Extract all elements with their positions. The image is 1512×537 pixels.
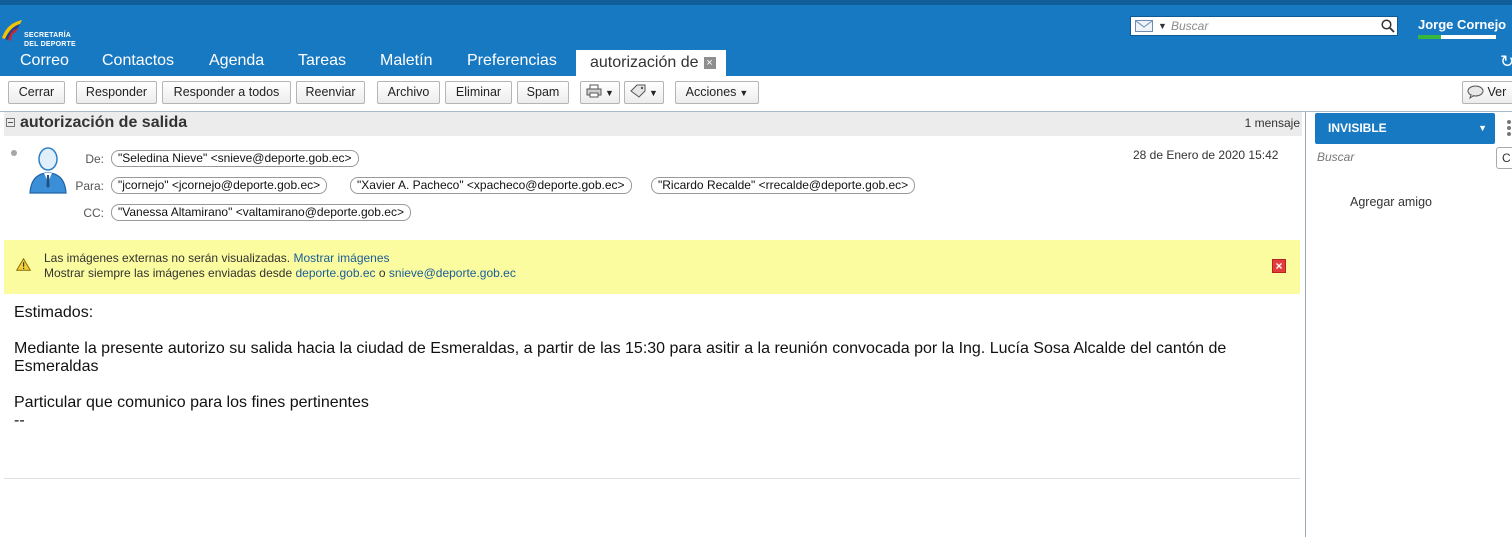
conversation-header: autorización de salida 1 mensaje xyxy=(4,112,1302,136)
to-address[interactable]: "Ricardo Recalde" <rrecalde@deporte.gob.… xyxy=(651,177,916,194)
always-show-domain-link[interactable]: deporte.gob.ec xyxy=(295,266,375,280)
reply-all-button[interactable]: Responder a todos xyxy=(162,81,291,104)
spam-button[interactable]: Spam xyxy=(517,81,569,104)
chat-panel: INVISIBLE ▼ Buscar C Agregar amigo xyxy=(1306,112,1512,537)
printer-icon xyxy=(586,84,602,98)
body-paragraph-line: Esmeraldas xyxy=(14,358,99,375)
user-name[interactable]: Jorge Cornejo xyxy=(1418,17,1506,32)
quota-bar xyxy=(1418,35,1496,39)
search-input[interactable] xyxy=(1171,18,1376,34)
add-friend-link[interactable]: Agregar amigo xyxy=(1350,195,1432,209)
tab-message-open[interactable]: autorización de × xyxy=(576,50,726,76)
show-images-link[interactable]: Mostrar imágenes xyxy=(293,251,389,265)
logo-emblem-icon xyxy=(2,20,22,41)
always-show-sender-link[interactable]: snieve@deporte.gob.ec xyxy=(389,266,516,280)
banner-text: Mostrar siempre las imágenes enviadas de… xyxy=(44,266,293,280)
banner-line-1: Las imágenes externas no serán visualiza… xyxy=(44,251,390,265)
banner-text: Las imágenes externas no serán visualiza… xyxy=(44,251,291,265)
speech-bubble-icon xyxy=(1467,85,1484,100)
read-status-icon[interactable] xyxy=(11,150,17,156)
collapse-icon[interactable] xyxy=(6,118,15,127)
reply-button[interactable]: Responder xyxy=(76,81,157,104)
chevron-down-icon: ▼ xyxy=(739,88,749,98)
tab-message-label: autorización de xyxy=(590,54,699,71)
tab-maletin[interactable]: Maletín xyxy=(380,52,432,70)
from-address[interactable]: "Seledina Nieve" <snieve@deporte.gob.ec> xyxy=(111,150,359,167)
chevron-down-icon: ▼ xyxy=(649,88,658,98)
search-icon[interactable] xyxy=(1381,19,1395,33)
to-address[interactable]: "Xavier A. Pacheco" <xpacheco@deporte.go… xyxy=(350,177,632,194)
chat-search-button[interactable]: C xyxy=(1496,147,1512,169)
tab-contactos[interactable]: Contactos xyxy=(102,52,174,70)
tab-correo[interactable]: Correo xyxy=(20,52,69,70)
cc-label: CC: xyxy=(83,206,104,220)
view-label: Ver xyxy=(1487,85,1507,99)
chat-status-label: INVISIBLE xyxy=(1328,121,1387,135)
delete-button[interactable]: Eliminar xyxy=(445,81,512,104)
app-tabs: Correo Contactos Agenda Tareas Maletín P… xyxy=(0,50,1512,76)
message-subject: autorización de salida xyxy=(20,114,188,131)
body-paragraph: Particular que comunico para los fines p… xyxy=(14,394,369,411)
more-options-icon[interactable] xyxy=(1507,120,1511,138)
close-banner-icon[interactable]: × xyxy=(1272,259,1286,273)
banner-line-2: Mostrar siempre las imágenes enviadas de… xyxy=(44,266,516,280)
chat-search-field[interactable]: Buscar xyxy=(1317,150,1354,164)
refresh-icon[interactable]: ↻ xyxy=(1500,52,1512,72)
message-date: 28 de Enero de 2020 15:42 xyxy=(1133,148,1279,162)
logo-text: SECRETARÍA DEL DEPORTE xyxy=(24,31,76,49)
tab-agenda[interactable]: Agenda xyxy=(209,52,264,70)
mail-scope-icon[interactable] xyxy=(1135,20,1153,32)
archive-button[interactable]: Archivo xyxy=(377,81,440,104)
view-button[interactable]: Ver xyxy=(1462,81,1512,104)
message-count: 1 mensaje xyxy=(1244,116,1300,130)
signature-separator: -- xyxy=(14,412,25,429)
chevron-down-icon: ▼ xyxy=(1478,123,1487,133)
tab-tareas[interactable]: Tareas xyxy=(298,52,346,70)
from-label: De: xyxy=(85,152,104,166)
global-search[interactable]: ▼ xyxy=(1130,16,1398,36)
top-bar: SECRETARÍA DEL DEPORTE ▼ Jorge Cornejo C… xyxy=(0,0,1512,76)
to-address[interactable]: "jcornejo" <jcornejo@deporte.gob.ec> xyxy=(111,177,328,194)
body-greeting: Estimados: xyxy=(14,304,94,321)
tag-icon xyxy=(630,84,646,98)
body-paragraph-line: Mediante la presente autorizo su salida … xyxy=(14,340,1227,357)
message-toolbar: Cerrar Responder Responder a todos Reenv… xyxy=(0,76,1512,112)
actions-button[interactable]: Acciones ▼ xyxy=(675,81,759,104)
top-strip xyxy=(0,0,1512,5)
quota-fill xyxy=(1418,35,1442,39)
message-pane: autorización de salida 1 mensaje De: "Se… xyxy=(0,112,1306,537)
close-button[interactable]: Cerrar xyxy=(8,81,65,104)
banner-or: o xyxy=(378,266,386,280)
warning-icon xyxy=(16,258,31,271)
search-scope-caret-icon[interactable]: ▼ xyxy=(1158,21,1167,31)
message-divider xyxy=(4,478,1300,479)
cc-address[interactable]: "Vanessa Altamirano" <valtamirano@deport… xyxy=(111,204,411,221)
chat-status-button[interactable]: INVISIBLE ▼ xyxy=(1315,113,1495,144)
tab-preferencias[interactable]: Preferencias xyxy=(467,52,557,70)
tag-menu-button[interactable]: ▼ xyxy=(624,81,664,104)
external-images-banner: Las imágenes externas no serán visualiza… xyxy=(4,240,1300,294)
logo-line-2: DEL DEPORTE xyxy=(24,41,76,48)
to-label: Para: xyxy=(75,179,104,193)
chevron-down-icon: ▼ xyxy=(605,88,614,98)
app-logo[interactable]: SECRETARÍA DEL DEPORTE xyxy=(0,14,90,48)
close-tab-icon[interactable]: × xyxy=(703,57,716,69)
actions-label: Acciones xyxy=(685,85,737,99)
logo-line-1: SECRETARÍA xyxy=(24,32,71,39)
forward-button[interactable]: Reenviar xyxy=(296,81,365,104)
print-menu-button[interactable]: ▼ xyxy=(580,81,620,104)
